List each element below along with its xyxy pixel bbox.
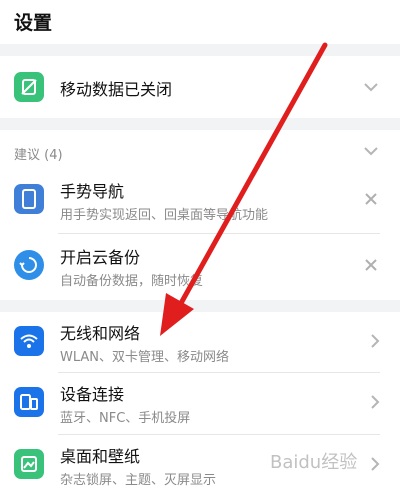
page-title: 设置	[14, 12, 53, 34]
mobile-data-label: 移动数据已关闭	[60, 80, 173, 99]
mobile-data-card[interactable]: 移动数据已关闭	[0, 56, 400, 118]
list-item-label: 手势导航	[60, 182, 125, 201]
list-item-label: 开启云备份	[60, 248, 141, 267]
app-header: 设置	[0, 0, 400, 44]
chevron-right-icon	[371, 395, 380, 409]
chevron-down-icon[interactable]	[362, 78, 380, 96]
list-item-label: 桌面和壁纸	[60, 447, 141, 466]
list-item-subtitle: WLAN、双卡管理、移动网络	[60, 350, 230, 365]
list-item-gesture-navigation[interactable]: 手势导航 用手势实现返回、回桌面等导航功能	[0, 168, 400, 230]
chevron-down-icon[interactable]	[362, 142, 380, 160]
wifi-icon	[14, 326, 44, 356]
chevron-right-icon	[371, 457, 380, 471]
wallpaper-icon	[14, 449, 44, 479]
chevron-right-icon	[371, 334, 380, 348]
suggestions-header: 建议 (4)	[14, 148, 63, 163]
section-spacer	[0, 118, 400, 130]
list-item-device-connection[interactable]: 设备连接 蓝牙、NFC、手机投屏	[0, 373, 400, 433]
list-item-cloud-backup[interactable]: 开启云备份 自动备份数据，随时恢复	[0, 234, 400, 296]
list-item-subtitle: 杂志锁屏、主题、灭屏显示	[60, 473, 217, 488]
list-item-subtitle: 自动备份数据，随时恢复	[60, 274, 204, 289]
list-item-label: 无线和网络	[60, 324, 141, 343]
list-item-label: 设备连接	[60, 385, 125, 404]
close-icon[interactable]	[362, 256, 380, 274]
device-connection-icon	[14, 387, 44, 417]
suggestions-card: 建议 (4) 手势导航 用手势实现返回、回桌面等导航功能 开启云备份 自动备份数…	[0, 130, 400, 300]
mobile-data-off-icon	[14, 72, 44, 102]
list-item-wireless-network[interactable]: 无线和网络 WLAN、双卡管理、移动网络	[0, 312, 400, 372]
gesture-phone-icon	[14, 184, 44, 214]
list-item-subtitle: 蓝牙、NFC、手机投屏	[60, 411, 191, 426]
cloud-backup-icon	[14, 250, 44, 280]
baidu-watermark: Baidu经验	[270, 452, 358, 473]
list-item-subtitle: 用手势实现返回、回桌面等导航功能	[60, 208, 269, 223]
close-icon[interactable]	[362, 190, 380, 208]
top-spacer	[0, 44, 400, 56]
section-spacer	[0, 300, 400, 312]
